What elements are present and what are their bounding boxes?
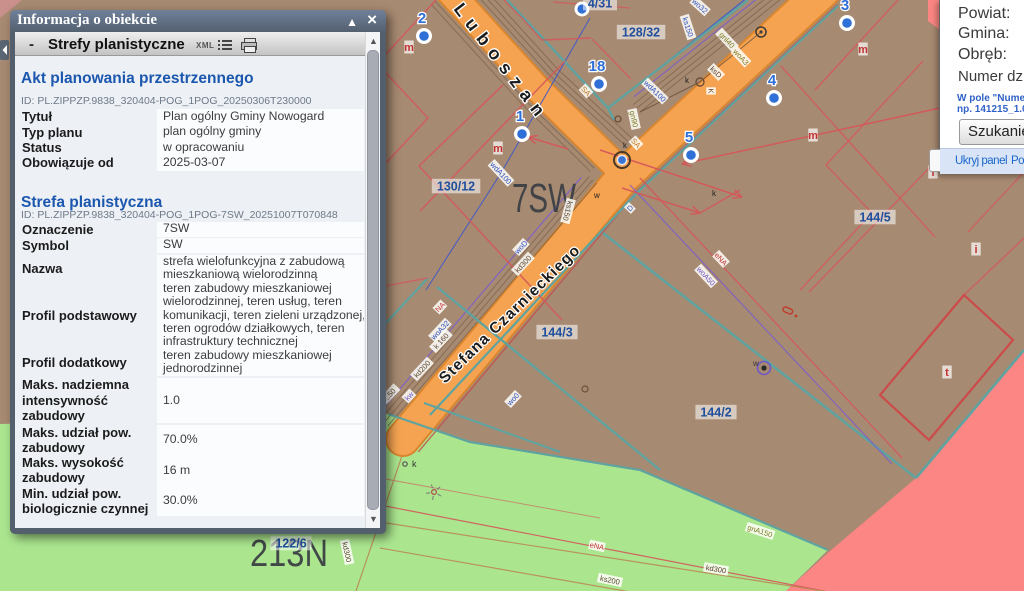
svg-text:gn90: gn90: [628, 110, 640, 128]
svg-text:wdA100: wdA100: [488, 159, 514, 186]
svg-text:K: K: [706, 88, 715, 93]
svg-text:m: m: [404, 42, 414, 54]
svg-text:k: k: [412, 459, 417, 469]
svg-text:SA: SA: [579, 84, 592, 97]
svg-text:eNA: eNA: [713, 251, 730, 268]
svg-text:m: m: [858, 44, 868, 56]
svg-text:144/5: 144/5: [859, 211, 890, 225]
svg-text:144/2: 144/2: [700, 406, 731, 420]
svg-text:122/6: 122/6: [275, 537, 306, 551]
svg-text:t: t: [945, 367, 949, 379]
svg-text:m: m: [808, 130, 818, 142]
svg-text:w: w: [593, 191, 600, 200]
svg-text:18: 18: [589, 58, 606, 75]
svg-text:w: w: [752, 359, 759, 368]
svg-text:128/32: 128/32: [622, 26, 660, 40]
svg-text:3: 3: [841, 0, 849, 14]
svg-text:NA: NA: [433, 300, 447, 314]
svg-text:k: k: [685, 76, 690, 85]
svg-text:130/12: 130/12: [437, 180, 475, 194]
svg-text:ks150: ks150: [680, 16, 695, 38]
svg-text:5: 5: [685, 129, 693, 146]
svg-text:woA50: woA50: [694, 264, 717, 288]
svg-text:1: 1: [516, 108, 524, 125]
svg-text:4: 4: [768, 72, 777, 89]
svg-text:m: m: [493, 143, 503, 155]
svg-text:2: 2: [418, 10, 426, 27]
svg-text:i: i: [974, 244, 977, 256]
svg-text:k: k: [712, 189, 717, 198]
svg-text:144/3: 144/3: [541, 326, 572, 340]
svg-text:4/31: 4/31: [588, 0, 612, 11]
